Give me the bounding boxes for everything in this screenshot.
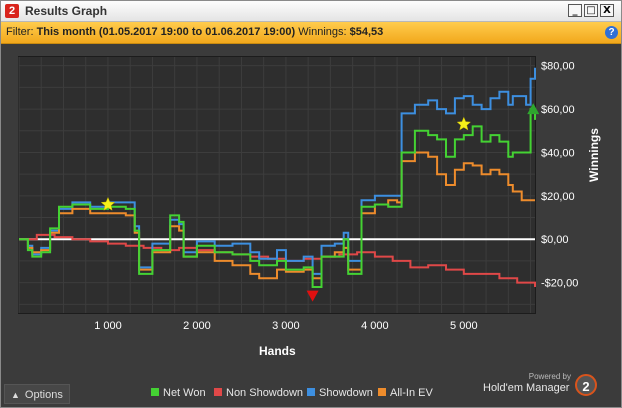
powered-by-text: Powered by xyxy=(528,372,571,381)
app-logo-icon: 2 xyxy=(5,4,19,18)
legend-label-all-in-ev: All-In EV xyxy=(390,387,433,399)
legend-non-showdown[interactable]: Non Showdown xyxy=(214,387,303,399)
y-tick-label: $0,00 xyxy=(541,234,569,246)
options-button[interactable]: ▲ Options xyxy=(4,384,70,404)
legend-label-net-won: Net Won xyxy=(163,387,206,399)
y-tick-label: -$20,00 xyxy=(541,278,578,290)
minimize-button[interactable]: _ xyxy=(568,4,582,17)
options-label: Options xyxy=(24,389,63,401)
legend-net-won[interactable]: Net Won xyxy=(151,387,206,399)
results-chart: $80,00 $60,00 $40,00 $20,00 $0,00 -$20,00 1 00… xyxy=(18,57,578,332)
winnings-label: Winnings: xyxy=(298,26,347,38)
legend-swatch-net-won xyxy=(151,388,159,396)
legend-label-non-showdown: Non Showdown xyxy=(226,387,304,399)
help-icon[interactable]: ? xyxy=(605,26,618,39)
y-axis-label: Winnings xyxy=(586,128,601,182)
y-tick-label: $20,00 xyxy=(541,191,575,203)
x-tick-label: 4 000 xyxy=(361,320,389,332)
brand-name: Hold'em Manager xyxy=(483,382,570,394)
legend-swatch-showdown xyxy=(307,388,315,396)
y-tick-label: $60,00 xyxy=(541,104,575,116)
results-graph-window: 2 Results Graph _ □ X Filter: This month… xyxy=(0,0,622,408)
close-button[interactable]: X xyxy=(600,4,614,17)
legend-showdown[interactable]: Showdown xyxy=(307,387,373,399)
legend-swatch-all-in-ev xyxy=(378,388,386,396)
title-bar[interactable]: 2 Results Graph _ □ X xyxy=(1,1,621,22)
filter-label: Filter: xyxy=(6,26,34,38)
footer-bar: ▲ Options Net Won Non Showdown Showdown A… xyxy=(1,372,621,407)
x-tick-label: 3 000 xyxy=(272,320,300,332)
x-tick-label: 1 000 xyxy=(94,320,122,332)
y-tick-label: $80,00 xyxy=(541,61,575,73)
legend-swatch-non-showdown xyxy=(214,388,222,396)
maximize-button[interactable]: □ xyxy=(584,4,598,17)
series-line-showdown xyxy=(19,67,536,275)
legend-label-showdown: Showdown xyxy=(319,387,373,399)
brand-badge-icon: 2 xyxy=(575,374,597,396)
series-line-net-won xyxy=(19,108,536,288)
filter-bar: Filter: This month (01.05.2017 19:00 to … xyxy=(1,22,621,44)
x-axis-label: Hands xyxy=(259,344,296,358)
winnings-value: $54,53 xyxy=(349,26,384,38)
x-tick-label: 2 000 xyxy=(183,320,211,332)
x-tick-label: 5 000 xyxy=(450,320,478,332)
caret-up-icon: ▲ xyxy=(11,390,20,400)
window-title: Results Graph xyxy=(25,4,108,18)
filter-text: Filter: This month (01.05.2017 19:00 to … xyxy=(6,22,383,43)
y-tick-label: $40,00 xyxy=(541,147,575,159)
filter-period[interactable]: This month (01.05.2017 19:00 to 01.06.20… xyxy=(37,26,296,38)
legend-all-in-ev[interactable]: All-In EV xyxy=(378,387,433,399)
